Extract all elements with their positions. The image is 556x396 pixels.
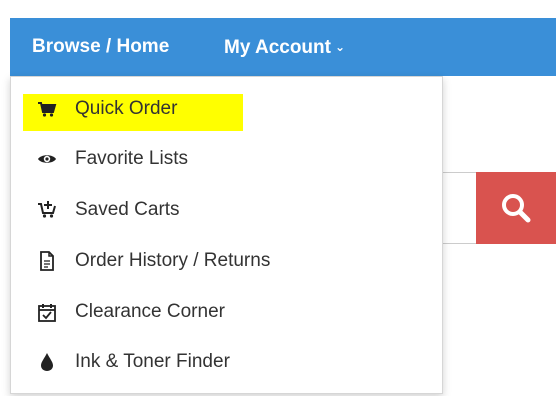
top-navbar: Browse / Home My Account ⌄ (10, 18, 556, 76)
menu-item-quick-order[interactable]: Quick Order (11, 89, 442, 131)
menu-item-saved-carts[interactable]: Saved Carts (11, 190, 442, 230)
search-button[interactable] (476, 172, 556, 244)
nav-browse-label: Browse / Home (32, 36, 170, 57)
menu-item-ink-toner-finder[interactable]: Ink & Toner Finder (11, 342, 442, 382)
menu-item-label: Saved Carts (75, 199, 180, 220)
menu-item-clearance-corner[interactable]: Clearance Corner (11, 292, 442, 332)
ink-drop-icon (37, 352, 57, 372)
nav-my-account[interactable]: My Account ⌄ (224, 18, 345, 76)
cart-plus-icon (37, 200, 57, 220)
menu-item-label: Favorite Lists (75, 148, 188, 169)
top-margin (0, 0, 556, 18)
my-account-dropdown-menu: Quick Order Favorite Lists Saved Carts O… (10, 76, 443, 394)
nav-account-label: My Account (224, 37, 331, 58)
menu-item-order-history[interactable]: Order History / Returns (11, 241, 442, 281)
eye-icon (37, 149, 57, 169)
calendar-check-icon (37, 302, 57, 322)
cart-icon (37, 99, 57, 119)
menu-item-favorite-lists[interactable]: Favorite Lists (11, 139, 442, 179)
menu-item-label: Ink & Toner Finder (75, 351, 230, 372)
search-icon (502, 194, 531, 223)
document-icon (37, 251, 57, 271)
menu-item-label: Clearance Corner (75, 301, 225, 322)
nav-browse-home[interactable]: Browse / Home (32, 18, 169, 76)
menu-item-label: Quick Order (75, 98, 178, 119)
menu-item-label: Order History / Returns (75, 250, 271, 271)
chevron-down-icon: ⌄ (334, 40, 346, 54)
